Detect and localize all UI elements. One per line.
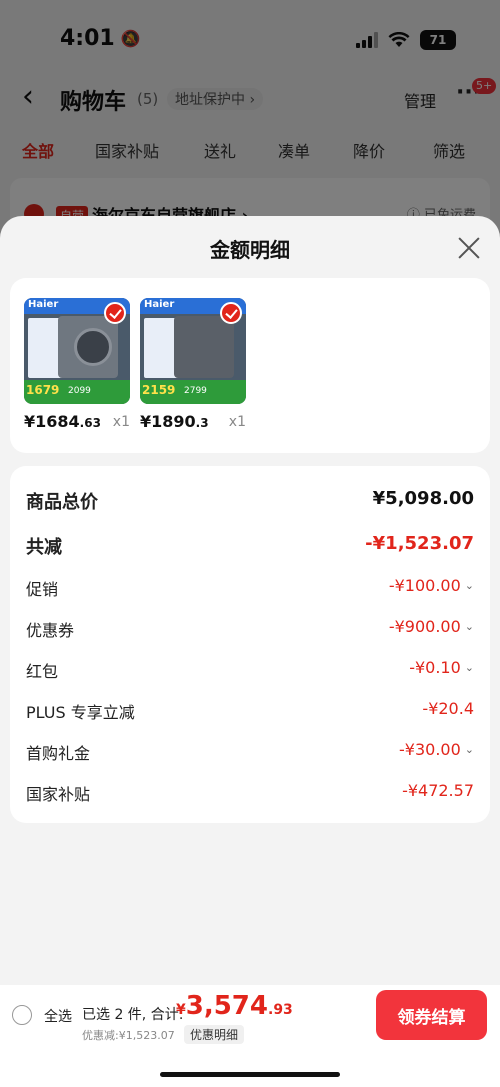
chevron-down-icon: ⌄ bbox=[464, 579, 474, 592]
summary-row-total-discount: 共减 -¥1,523.07 bbox=[26, 533, 474, 563]
brand-label: Haier bbox=[28, 299, 59, 310]
summary-value: -¥30.00 ⌄ bbox=[399, 740, 474, 759]
image-price: 2159 bbox=[142, 383, 176, 397]
summary-value: -¥0.10 ⌄ bbox=[409, 658, 474, 677]
washer-door bbox=[74, 328, 112, 366]
summary-row-national-subsidy: 国家补贴 -¥472.57 bbox=[26, 781, 474, 811]
summary-label: 共减 bbox=[26, 537, 62, 558]
chevron-down-icon: ⌄ bbox=[464, 620, 474, 633]
summary-label: 促销 bbox=[26, 580, 59, 599]
image-price: 1679 bbox=[26, 383, 60, 397]
summary-row-first-purchase[interactable]: 首购礼金 -¥30.00 ⌄ bbox=[26, 740, 474, 770]
chevron-down-icon: ⌄ bbox=[464, 661, 474, 674]
checkout-button[interactable]: 领券结算 bbox=[376, 990, 487, 1040]
total-price: ¥3,574.93 bbox=[176, 991, 293, 1021]
product-image: Haier 2159 2799 bbox=[140, 298, 246, 404]
image-orig-price: 2799 bbox=[184, 386, 207, 396]
image-orig-price: 2099 bbox=[68, 386, 91, 396]
selected-count: 已选 2 件, 合计: bbox=[82, 1007, 184, 1023]
home-indicator bbox=[160, 1072, 340, 1077]
summary-value: -¥100.00 ⌄ bbox=[388, 576, 474, 595]
summary-label: 商品总价 bbox=[26, 492, 98, 513]
discount-amount: 优惠减:¥1,523.07 bbox=[82, 1029, 175, 1042]
summary-row-plus: PLUS 专享立减 -¥20.4 bbox=[26, 699, 474, 729]
select-all-checkbox[interactable] bbox=[12, 1005, 32, 1025]
check-icon bbox=[220, 302, 242, 324]
product-image: Haier 1679 2099 bbox=[24, 298, 130, 404]
summary-label: 首购礼金 bbox=[26, 744, 91, 763]
summary-value: -¥472.57 bbox=[402, 781, 474, 800]
summary-value: -¥900.00 ⌄ bbox=[388, 617, 474, 636]
amount-detail-sheet: 金额明细 Haier 1679 2099 ¥1684.63 x1 Haier 2… bbox=[0, 216, 500, 1087]
summary-value: -¥20.4 bbox=[422, 699, 474, 718]
summary-row-total: 商品总价 ¥5,098.00 bbox=[26, 488, 474, 518]
summary-value: ¥5,098.00 bbox=[372, 488, 474, 509]
discount-detail-button[interactable]: 优惠明细 bbox=[184, 1025, 245, 1044]
close-icon[interactable] bbox=[455, 234, 483, 262]
summary-row-red-packet[interactable]: 红包 -¥0.10 ⌄ bbox=[26, 658, 474, 688]
product-qty: x1 bbox=[228, 414, 246, 430]
brand-label: Haier bbox=[144, 299, 175, 310]
check-icon bbox=[104, 302, 126, 324]
summary-row-promotion[interactable]: 促销 -¥100.00 ⌄ bbox=[26, 576, 474, 606]
checkout-bar: 全选 已选 2 件, 合计: ¥3,574.93 优惠减:¥1,523.07 优… bbox=[0, 985, 500, 1087]
summary-label: 优惠券 bbox=[26, 621, 75, 640]
product-price: ¥1684.63 bbox=[24, 412, 101, 431]
summary-value: -¥1,523.07 bbox=[365, 533, 474, 554]
sheet-title: 金额明细 bbox=[210, 238, 290, 262]
products-card: Haier 1679 2099 ¥1684.63 x1 Haier 2159 2… bbox=[10, 278, 490, 453]
select-all-label[interactable]: 全选 bbox=[44, 1006, 72, 1026]
product-price: ¥1890.3 bbox=[140, 412, 209, 431]
summary-label: PLUS 专享立减 bbox=[26, 703, 135, 722]
price-summary-card: 商品总价 ¥5,098.00 共减 -¥1,523.07 促销 -¥100.00… bbox=[10, 466, 490, 823]
summary-label: 红包 bbox=[26, 662, 59, 681]
summary-row-coupon[interactable]: 优惠券 -¥900.00 ⌄ bbox=[26, 617, 474, 647]
chevron-down-icon: ⌄ bbox=[464, 743, 474, 756]
product-qty: x1 bbox=[112, 414, 130, 430]
summary-label: 国家补贴 bbox=[26, 785, 91, 804]
